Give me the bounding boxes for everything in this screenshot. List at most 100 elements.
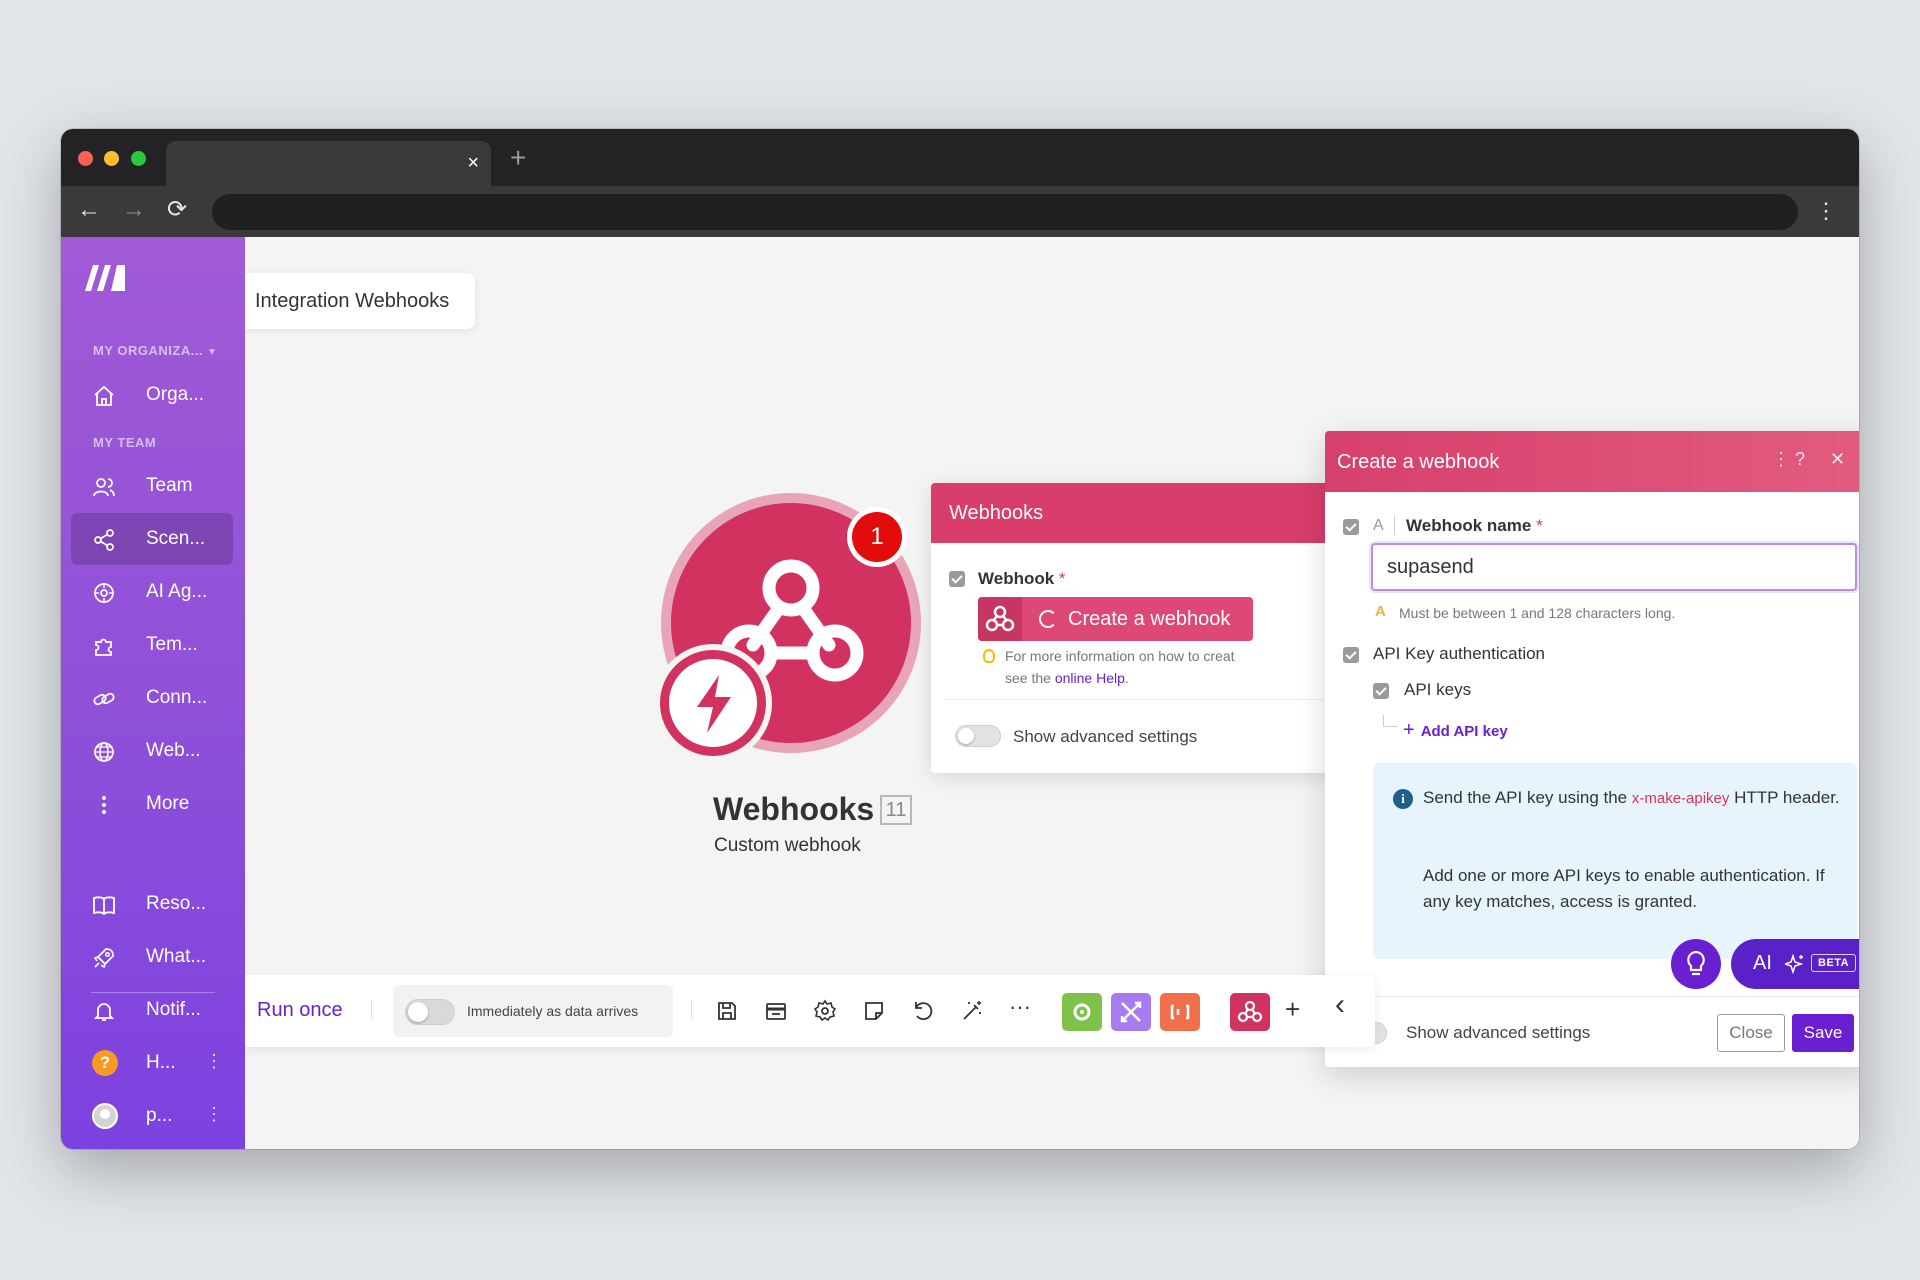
bell-icon: [93, 1003, 115, 1021]
sidebar-item-help[interactable]: ? H... ⋮: [71, 1037, 233, 1089]
tab-close-icon[interactable]: ×: [467, 151, 479, 175]
sidebar-item-resources[interactable]: Reso...: [71, 878, 233, 930]
sidebar-item-label: What...: [146, 946, 207, 967]
module-subtitle: Custom webhook: [714, 835, 861, 856]
webhook-field-checkbox[interactable]: [949, 571, 965, 587]
webhook-name-input[interactable]: [1371, 543, 1857, 591]
sidebar-item-connections[interactable]: Conn...: [71, 672, 233, 724]
add-api-key-button[interactable]: + Add API key: [1403, 719, 1508, 742]
tree-connector: [1383, 715, 1397, 727]
advanced-settings-label: Show advanced settings: [1013, 727, 1198, 746]
sidebar-item-notifications[interactable]: Notif...: [71, 984, 233, 1036]
sidebar-item-label: Scen...: [146, 528, 206, 549]
sidebar-item-scenarios[interactable]: Scen...: [71, 513, 233, 565]
more-tools-icon[interactable]: ···: [1009, 993, 1031, 1021]
forward-arrow-icon[interactable]: →: [122, 195, 146, 225]
address-bar[interactable]: [212, 194, 1798, 230]
create-webhook-label: Create a webhook: [1068, 608, 1231, 630]
browser-tab[interactable]: ×: [166, 141, 491, 186]
flow-control-tile[interactable]: [1111, 993, 1151, 1031]
info-text-auth: Add one or more API keys to enable authe…: [1423, 866, 1825, 911]
scenario-name[interactable]: Integration Webhooks: [245, 273, 476, 329]
ai-assistant-button[interactable]: AI BETA: [1731, 939, 1859, 989]
magic-wand-icon[interactable]: [960, 999, 984, 1023]
collapse-toolbar-icon[interactable]: ‹: [1335, 990, 1345, 1020]
sidebar-item-profile[interactable]: p... ⋮: [71, 1090, 233, 1142]
toolbar-divider: [371, 1001, 372, 1019]
sidebar-item-label: AI Ag...: [146, 581, 208, 602]
sidebar-item-webhooks[interactable]: Web...: [71, 725, 233, 777]
sparkle-icon: [1785, 954, 1804, 974]
webhooks-tile[interactable]: [1230, 993, 1270, 1031]
close-window-button[interactable]: [78, 151, 93, 166]
schedule-toggle[interactable]: [405, 999, 455, 1025]
sidebar-item-team[interactable]: Team: [71, 460, 233, 512]
text-parser-tile[interactable]: [1160, 993, 1200, 1031]
note-icon[interactable]: [862, 999, 886, 1023]
tools-tile[interactable]: [1062, 993, 1102, 1031]
schedule-setting[interactable]: Immediately as data arrives: [393, 985, 673, 1037]
create-webhook-button[interactable]: Create a webhook: [978, 597, 1253, 641]
webhooks-module-panel: Webhooks Webhook * Create a webhook For …: [931, 483, 1331, 773]
help-hint: For more information on how to creat see…: [1005, 648, 1235, 686]
browser-toolbar: ← → ⟳ ⋮: [61, 186, 1859, 237]
schedule-label: Immediately as data arrives: [467, 1003, 639, 1019]
browser-menu-icon[interactable]: ⋮: [1815, 196, 1837, 226]
advanced-settings-toggle[interactable]: [955, 725, 1001, 747]
api-keys-label: API keys: [1404, 680, 1472, 699]
add-module-icon[interactable]: +: [1285, 995, 1300, 1023]
globe-icon: [94, 742, 114, 762]
online-help-link[interactable]: online Help: [1055, 670, 1125, 686]
text-type-icon: A: [1373, 517, 1384, 534]
run-once-button[interactable]: Run once: [257, 999, 343, 1022]
scenario-canvas[interactable]: Integration Webhooks 1 Webhooks 11 Custo…: [245, 237, 1859, 1149]
help-menu-icon[interactable]: ⋮: [205, 1051, 223, 1072]
minimize-window-button[interactable]: [104, 151, 119, 166]
reload-icon[interactable]: ⟳: [167, 195, 187, 225]
back-arrow-icon[interactable]: ←: [77, 195, 101, 225]
sidebar-item-label: Notif...: [146, 999, 201, 1020]
sidebar-item-label: p...: [146, 1105, 173, 1126]
lightbulb-icon: [983, 649, 995, 663]
sidebar-item-more[interactable]: More: [71, 778, 233, 830]
webhook-name-checkbox[interactable]: [1343, 519, 1359, 535]
help-question-icon[interactable]: ?: [1795, 449, 1805, 470]
make-logo-icon[interactable]: [83, 259, 129, 293]
module-title: Webhooks: [713, 791, 875, 827]
new-tab-button[interactable]: +: [510, 143, 526, 173]
users-icon: [93, 478, 115, 497]
sidebar-item-whats-new[interactable]: What...: [71, 931, 233, 983]
api-auth-checkbox[interactable]: [1343, 647, 1359, 663]
maximize-window-button[interactable]: [131, 151, 146, 166]
sidebar-item-label: Tem...: [146, 634, 198, 655]
module-notification-badge: 1: [870, 523, 884, 550]
tips-button[interactable]: [1671, 939, 1721, 989]
close-icon[interactable]: ✕: [1830, 449, 1845, 470]
home-icon: [94, 385, 114, 406]
api-keys-checkbox[interactable]: [1373, 683, 1389, 699]
sidebar-item-label: Orga...: [146, 384, 205, 405]
dialog-footer-divider: [1325, 996, 1859, 997]
sidebar-item-label: Team: [146, 475, 193, 496]
undo-icon[interactable]: [911, 999, 935, 1023]
org-section-label[interactable]: MY ORGANIZA... ▼: [93, 343, 218, 358]
sidebar-item-label: More: [146, 793, 190, 814]
sidebar-item-templates[interactable]: Tem...: [71, 619, 233, 671]
dialog-advanced-label: Show advanced settings: [1406, 1023, 1591, 1042]
loading-spinner-icon: [1039, 610, 1057, 628]
validation-message: Must be between 1 and 128 characters lon…: [1399, 605, 1676, 621]
sidebar-item-ai-agents[interactable]: AI Ag...: [71, 566, 233, 618]
profile-menu-icon[interactable]: ⋮: [205, 1104, 223, 1125]
sidebar-item-organization[interactable]: Orga...: [71, 369, 233, 421]
scheduling-icon[interactable]: [764, 999, 788, 1023]
more-options-icon[interactable]: ⋮: [1772, 449, 1790, 470]
close-button[interactable]: Close: [1717, 1014, 1785, 1052]
dialog-title: Create a webhook: [1337, 451, 1500, 473]
scenario-toolbar: Run once Immediately as data arrives ···: [245, 975, 1375, 1047]
save-icon[interactable]: [715, 999, 739, 1023]
avatar: [92, 1103, 118, 1129]
save-button[interactable]: Save: [1792, 1014, 1854, 1052]
sidebar: MY ORGANIZA... ▼ Orga... MY TEAM Team Sc…: [61, 237, 245, 1149]
settings-gear-icon[interactable]: [813, 999, 837, 1023]
type-divider: [1394, 515, 1395, 535]
